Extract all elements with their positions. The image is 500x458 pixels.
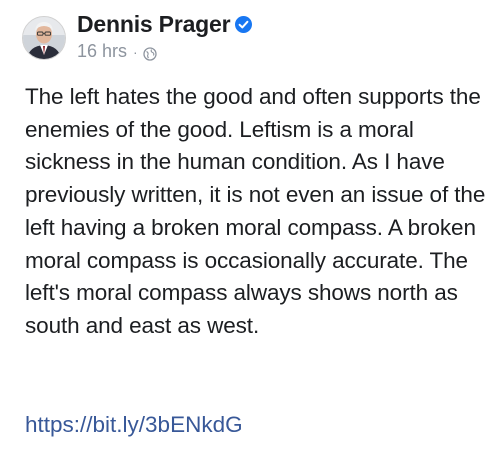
post-header: Dennis Prager 16 hrs · (22, 10, 253, 70)
verified-badge-icon (235, 15, 253, 33)
globe-icon[interactable] (143, 45, 157, 61)
facebook-post: Dennis Prager 16 hrs · The left hates th… (0, 0, 500, 458)
profile-photo (23, 17, 65, 59)
post-body-text: The left hates the good and often suppor… (25, 84, 486, 338)
separator-dot: · (133, 43, 138, 60)
author-row: Dennis Prager (77, 10, 253, 38)
timestamp[interactable]: 16 hrs (77, 41, 127, 62)
post-link[interactable]: https://bit.ly/3bENkdG (25, 412, 243, 438)
author-name[interactable]: Dennis Prager (77, 11, 231, 38)
avatar[interactable] (22, 16, 66, 60)
post-meta: Dennis Prager 16 hrs · (77, 10, 253, 62)
post-subline: 16 hrs · (77, 41, 252, 62)
